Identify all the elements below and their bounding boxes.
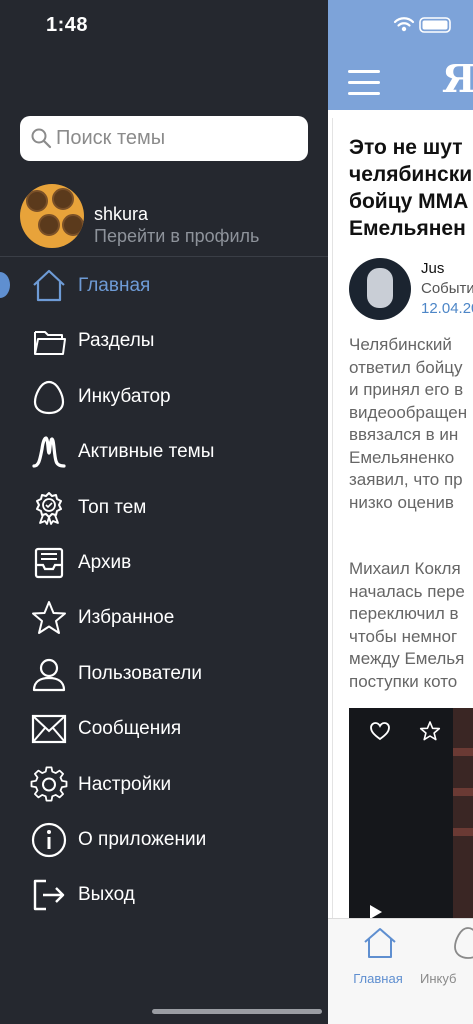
sidebar-item-messages[interactable]: Сообщения [0,701,328,756]
wifi-icon [393,17,415,32]
app-logo: Яп [442,56,473,101]
battery-icon [419,17,451,33]
sidebar-item-archive[interactable]: Архив [0,535,328,590]
divider [0,256,328,257]
user-icon [32,658,66,691]
sidebar-item-label: Пользователи [78,662,203,684]
sidebar-item-label: Выход [78,884,135,906]
sidebar-item-label: Инкубатор [78,385,171,407]
home-indicator[interactable] [152,1009,322,1014]
article-paragraph: Челябинский ответил бойцу и принял его в… [349,335,468,512]
sidebar-item-about[interactable]: О приложении [0,812,328,867]
article-date: 12.04.20 [421,300,473,317]
sidebar-item-label: Активные темы [78,441,215,463]
sidebar-item-label: Архив [78,551,132,573]
archive-icon [34,547,64,579]
sidebar-item-label: Избранное [78,607,175,629]
sidebar-item-settings[interactable]: Настройки [0,757,328,812]
home-icon [364,928,396,958]
activity-icon [32,436,66,468]
sidebar-item-logout[interactable]: Выход [0,867,328,922]
sidebar-item-sections[interactable]: Разделы [0,313,328,368]
egg-icon [33,380,65,414]
menu-button[interactable] [348,70,380,96]
feed: Это не шут челябински бойцу ММА Емельяне… [328,110,473,923]
tab-label: Главная [353,971,403,986]
profile-link[interactable]: Перейти в профиль [94,226,259,247]
active-indicator [0,272,10,298]
folder-icon [34,331,66,356]
main-content[interactable]: Яп Это не шут челябински бойцу ММА Емель… [328,0,473,1024]
video-player[interactable] [349,708,473,923]
star-icon [32,601,66,635]
award-badge-icon [36,491,62,525]
status-time: 1:48 [46,14,89,36]
search-box[interactable] [20,116,308,161]
sidebar-item-label: Главная [78,275,151,296]
sidebar-item-favorites[interactable]: Избранное [0,590,328,645]
sidebar-item-label: О приложении [78,828,207,850]
author-avatar[interactable] [349,258,411,320]
tab-incubator[interactable]: Инкуб [420,925,473,986]
star-icon[interactable] [419,720,441,742]
navigation-drawer: 1:48 shkura Перейти в профиль [0,0,328,1024]
tab-home[interactable]: Главная [338,925,418,986]
logout-icon [33,880,65,911]
article-card[interactable]: Это не шут челябински бойцу ММА Емельяне… [332,118,473,923]
article-title[interactable]: Это не шут челябински бойцу ММА Емельяне… [349,134,473,242]
tab-label: Инкуб [420,971,457,986]
heart-icon[interactable] [369,720,391,742]
sidebar-item-incubator[interactable]: Инкубатор [0,369,328,424]
sidebar-menu: Главная Разделы Инкубатор Активные темы … [0,258,328,923]
app-screen: 1:48 shkura Перейти в профиль [0,0,473,1024]
sidebar-item-label: Топ тем [78,496,147,518]
avatar [20,184,84,248]
sidebar-item-label: Настройки [78,773,172,795]
gear-icon [30,766,68,801]
sidebar-item-label: Разделы [78,330,155,352]
sidebar-item-users[interactable]: Пользователи [0,646,328,701]
profile-card[interactable]: shkura Перейти в профиль [20,184,320,248]
sidebar-item-label: Сообщения [78,718,182,740]
author-name[interactable]: Jus [421,260,444,277]
profile-username: shkura [94,204,149,224]
sidebar-item-top-topics[interactable]: Топ тем [0,480,328,535]
article-category: Событи [421,280,473,297]
sidebar-item-active-topics[interactable]: Активные темы [0,424,328,479]
info-icon [31,822,67,858]
status-icons [393,17,451,33]
sidebar-item-home[interactable]: Главная [0,258,328,313]
egg-icon [454,927,473,959]
top-navigation-bar: Яп [328,0,473,110]
search-icon [31,128,52,149]
home-icon [33,269,65,302]
bottom-tab-bar: Главная Инкуб [328,918,473,1024]
search-input[interactable] [56,116,296,161]
article-paragraph: Михаил Кокля началась пере переключил в … [349,559,465,691]
mail-icon [31,715,67,744]
